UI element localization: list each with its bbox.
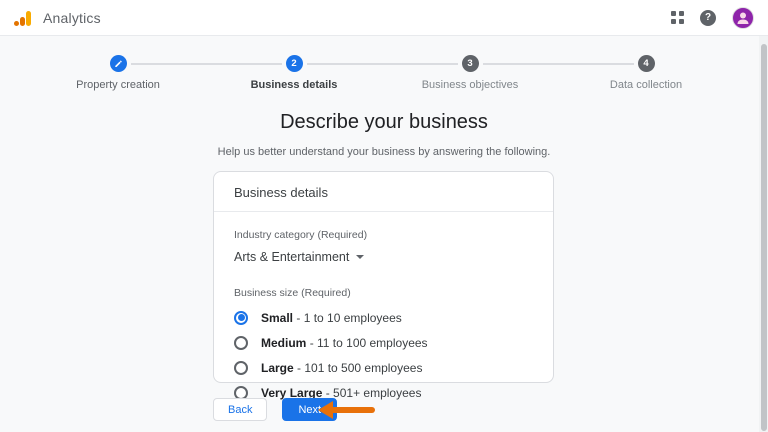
stepper-connector [483, 63, 634, 65]
option-name: Large [261, 360, 294, 375]
step-number-circle: 4 [637, 55, 655, 72]
page-subtitle: Help us better understand your business … [217, 146, 551, 158]
setup-stepper: Property creation 2 Business details 3 B… [30, 36, 734, 94]
avatar-person-icon [737, 12, 749, 24]
chevron-down-icon [356, 255, 365, 259]
radio-option-medium[interactable]: Medium - 11 to 100 employees [234, 330, 533, 355]
radio-option-large[interactable]: Large - 101 to 500 employees [234, 355, 533, 380]
stepper-connector [131, 63, 282, 65]
step-label: Business objectives [421, 79, 519, 91]
app-title: Analytics [43, 9, 101, 26]
industry-category-value: Arts & Entertainment [234, 250, 350, 264]
annotation-arrow-icon [318, 401, 376, 419]
step-done-circle [109, 55, 127, 72]
scrollbar-thumb[interactable] [761, 44, 767, 431]
scrollbar-track[interactable] [759, 36, 768, 432]
business-details-card: Business details Industry category (Requ… [213, 171, 554, 400]
option-name: Small [261, 310, 294, 325]
step-label: Business details [250, 79, 338, 91]
apps-grid-icon[interactable] [671, 11, 684, 24]
option-name: Medium [261, 335, 307, 350]
logo-bar-tall [26, 10, 31, 26]
card-title: Business details [234, 185, 328, 200]
page-title: Describe your business [280, 111, 488, 133]
step-number-circle: 3 [461, 55, 479, 72]
stepper-connector [307, 63, 458, 65]
analytics-logo-icon [14, 10, 31, 26]
industry-category-label: Industry category (Required) [234, 229, 368, 241]
back-button[interactable]: Back [213, 398, 268, 421]
radio-icon[interactable] [234, 360, 248, 375]
radio-option-small[interactable]: Small - 1 to 10 employees [234, 305, 533, 330]
step-label: Property creation [76, 79, 160, 91]
option-desc: - 11 to 100 employees [309, 335, 428, 350]
logo-dot [14, 20, 19, 26]
option-desc: - 1 to 10 employees [296, 310, 402, 325]
help-icon[interactable]: ? [700, 9, 716, 26]
logo-bar-mid [20, 16, 25, 26]
option-desc: - 101 to 500 employees [297, 360, 423, 375]
step-number-circle: 2 [285, 55, 303, 72]
business-size-options: Small - 1 to 10 employees Medium - 11 to… [234, 305, 533, 405]
step-label: Data collection [609, 79, 683, 91]
top-app-bar: Analytics ? [0, 0, 768, 36]
radio-icon[interactable] [234, 335, 248, 350]
option-desc: - 501+ employees [325, 385, 422, 400]
business-size-label: Business size (Required) [234, 287, 351, 299]
user-avatar[interactable] [732, 6, 754, 29]
radio-icon[interactable] [234, 310, 248, 325]
industry-category-dropdown[interactable]: Arts & Entertainment [234, 250, 365, 264]
pencil-icon [114, 60, 122, 68]
